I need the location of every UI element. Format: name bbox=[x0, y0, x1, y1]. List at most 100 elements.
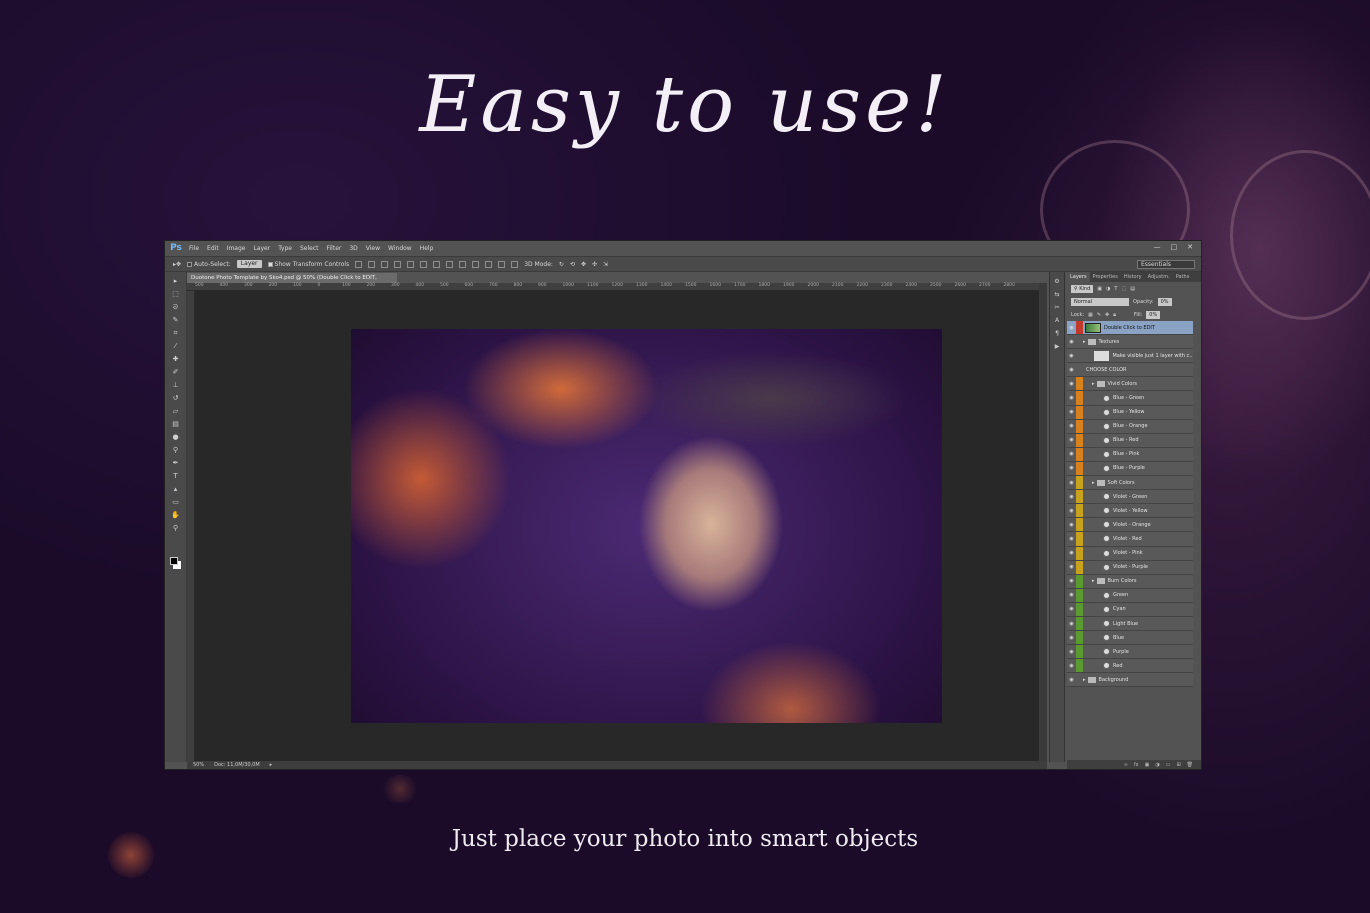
distribute-left-icon[interactable] bbox=[472, 260, 480, 268]
visibility-eye-icon[interactable]: ◉ bbox=[1067, 635, 1076, 641]
visibility-eye-icon[interactable]: ◉ bbox=[1067, 353, 1076, 359]
lasso-tool-icon[interactable]: ᘐ bbox=[171, 303, 181, 311]
visibility-eye-icon[interactable]: ◉ bbox=[1067, 649, 1076, 655]
fill-field[interactable]: 0% bbox=[1146, 310, 1161, 319]
menu-layer[interactable]: Layer bbox=[249, 245, 274, 252]
stamp-tool-icon[interactable]: ⊥ bbox=[171, 381, 181, 389]
quick-select-tool-icon[interactable]: ✎ bbox=[171, 316, 181, 324]
layer-row[interactable]: ◉ ▸ Textures bbox=[1067, 335, 1193, 350]
visibility-eye-icon[interactable]: ◉ bbox=[1067, 592, 1076, 598]
3d-orbit-icon[interactable]: ↻ bbox=[559, 261, 564, 268]
move-tool-icon[interactable]: ▸ bbox=[171, 277, 181, 285]
3d-pan-icon[interactable]: ✥ bbox=[581, 261, 586, 268]
link-icon[interactable]: ∞ bbox=[1124, 760, 1128, 769]
move-tool-icon[interactable]: ▸✥ bbox=[173, 261, 181, 268]
visibility-eye-icon[interactable]: ◉ bbox=[1067, 578, 1076, 584]
layer-row[interactable]: ◉ Blue - Yellow bbox=[1067, 405, 1193, 420]
lock-pixels-icon[interactable]: ▦ bbox=[1088, 312, 1093, 318]
history-brush-tool-icon[interactable]: ↺ bbox=[171, 394, 181, 402]
tab-history[interactable]: History bbox=[1121, 272, 1145, 282]
visibility-eye-icon[interactable]: ◉ bbox=[1067, 423, 1076, 429]
layer-row[interactable]: ◉ ▸ Vivid Colors bbox=[1067, 377, 1193, 392]
auto-select-checkbox[interactable]: Auto-Select: bbox=[187, 261, 231, 268]
align-center-icon[interactable] bbox=[407, 260, 415, 268]
zoom-level[interactable]: 50% bbox=[193, 761, 204, 769]
visibility-eye-icon[interactable]: ◉ bbox=[1067, 395, 1076, 401]
visibility-eye-icon[interactable]: ◉ bbox=[1067, 367, 1076, 373]
hand-tool-icon[interactable]: ✋ bbox=[171, 511, 181, 519]
document-photo[interactable] bbox=[351, 329, 942, 723]
layer-row[interactable]: ◉ Blue - Orange bbox=[1067, 419, 1193, 434]
layer-row[interactable]: ◉ ▸ Soft Colors bbox=[1067, 476, 1193, 491]
expand-arrow-icon[interactable]: ▸ bbox=[1083, 677, 1086, 683]
pen-tool-icon[interactable]: ✒ bbox=[171, 459, 181, 467]
filter-smart-icon[interactable]: ▤ bbox=[1130, 286, 1135, 292]
actions-panel-icon[interactable]: ⇆ bbox=[1053, 291, 1061, 298]
timeline-panel-icon[interactable]: ▶ bbox=[1053, 343, 1061, 350]
opacity-field[interactable]: 0% bbox=[1157, 297, 1172, 306]
dodge-tool-icon[interactable]: ⚲ bbox=[171, 446, 181, 454]
visibility-eye-icon[interactable]: ◉ bbox=[1067, 381, 1076, 387]
menu-window[interactable]: Window bbox=[384, 245, 416, 252]
align-right-icon[interactable] bbox=[420, 260, 428, 268]
visibility-eye-icon[interactable]: ◉ bbox=[1067, 451, 1076, 457]
history-panel-icon[interactable]: ⚙ bbox=[1053, 278, 1061, 285]
eyedropper-tool-icon[interactable]: ⁄ bbox=[171, 342, 181, 350]
auto-select-target-dropdown[interactable]: Layer bbox=[236, 260, 262, 268]
trash-icon[interactable]: 🗑︎ bbox=[1187, 760, 1193, 769]
3d-scale-icon[interactable]: ⇲ bbox=[603, 261, 608, 268]
workspace-dropdown[interactable]: Essentials bbox=[1137, 260, 1195, 269]
layer-row[interactable]: ◉ ▸ Burn Colors bbox=[1067, 574, 1193, 589]
vertical-scrollbar[interactable] bbox=[1039, 283, 1047, 761]
layer-row[interactable]: ◉ Violet - Yellow bbox=[1067, 504, 1193, 519]
marquee-tool-icon[interactable]: ⬚ bbox=[171, 290, 181, 298]
auto-align-icon[interactable] bbox=[511, 260, 519, 268]
visibility-eye-icon[interactable]: ◉ bbox=[1067, 409, 1076, 415]
layer-row[interactable]: ◉ Blue - Green bbox=[1067, 391, 1193, 406]
layer-row[interactable]: ◉ Blue bbox=[1067, 631, 1193, 646]
blend-mode-dropdown[interactable]: Normal bbox=[1071, 297, 1129, 306]
visibility-eye-icon[interactable]: ◉ bbox=[1067, 621, 1076, 627]
expand-arrow-icon[interactable]: ▸ bbox=[1092, 381, 1095, 387]
visibility-eye-icon[interactable]: ◉ bbox=[1067, 522, 1076, 528]
healing-tool-icon[interactable]: ✚ bbox=[171, 355, 181, 363]
maximize-button[interactable]: □ bbox=[1171, 243, 1178, 251]
menu-file[interactable]: File bbox=[185, 245, 203, 252]
lock-paint-icon[interactable]: ✎ bbox=[1097, 312, 1101, 318]
visibility-eye-icon[interactable]: ◉ bbox=[1067, 325, 1076, 331]
align-top-icon[interactable] bbox=[355, 260, 363, 268]
shape-tool-icon[interactable]: ▭ bbox=[171, 498, 181, 506]
visibility-eye-icon[interactable]: ◉ bbox=[1067, 536, 1076, 542]
visibility-eye-icon[interactable]: ◉ bbox=[1067, 564, 1076, 570]
visibility-eye-icon[interactable]: ◉ bbox=[1067, 480, 1076, 486]
minimize-button[interactable]: — bbox=[1154, 243, 1161, 251]
visibility-eye-icon[interactable]: ◉ bbox=[1067, 663, 1076, 669]
show-transform-checkbox[interactable]: Show Transform Controls bbox=[267, 261, 349, 268]
paragraph-panel-icon[interactable]: ¶ bbox=[1053, 330, 1061, 337]
visibility-eye-icon[interactable]: ◉ bbox=[1067, 437, 1076, 443]
status-arrow-icon[interactable]: ▸ bbox=[270, 761, 273, 769]
align-bottom-icon[interactable] bbox=[381, 260, 389, 268]
distribute-top-icon[interactable] bbox=[433, 260, 441, 268]
zoom-tool-icon[interactable]: ⚲ bbox=[171, 524, 181, 532]
menu-edit[interactable]: Edit bbox=[203, 245, 223, 252]
layer-row[interactable]: ◉ Blue - Red bbox=[1067, 433, 1193, 448]
tool-presets-icon[interactable]: ✂ bbox=[1053, 304, 1061, 311]
tab-layers[interactable]: Layers bbox=[1067, 272, 1090, 282]
layer-row[interactable]: ◉ Violet - Orange bbox=[1067, 518, 1193, 533]
filter-pixel-icon[interactable]: ▣ bbox=[1097, 286, 1102, 292]
menu-3d[interactable]: 3D bbox=[345, 245, 361, 252]
layer-row[interactable]: ◉ Violet - Purple bbox=[1067, 560, 1193, 575]
layer-row[interactable]: ◉ Violet - Pink bbox=[1067, 546, 1193, 561]
lock-position-icon[interactable]: ✥ bbox=[1105, 312, 1109, 318]
visibility-eye-icon[interactable]: ◉ bbox=[1067, 550, 1076, 556]
gradient-tool-icon[interactable]: ▤ bbox=[171, 420, 181, 428]
character-panel-icon[interactable]: A bbox=[1053, 317, 1061, 324]
tab-adjustments[interactable]: Adjustm. bbox=[1145, 272, 1173, 282]
visibility-eye-icon[interactable]: ◉ bbox=[1067, 494, 1076, 500]
brush-tool-icon[interactable]: ✐ bbox=[171, 368, 181, 376]
crop-tool-icon[interactable]: ⌗ bbox=[171, 329, 181, 337]
folder-icon[interactable]: ▭ bbox=[1166, 760, 1171, 769]
type-tool-icon[interactable]: T bbox=[171, 472, 181, 480]
menu-image[interactable]: Image bbox=[223, 245, 250, 252]
